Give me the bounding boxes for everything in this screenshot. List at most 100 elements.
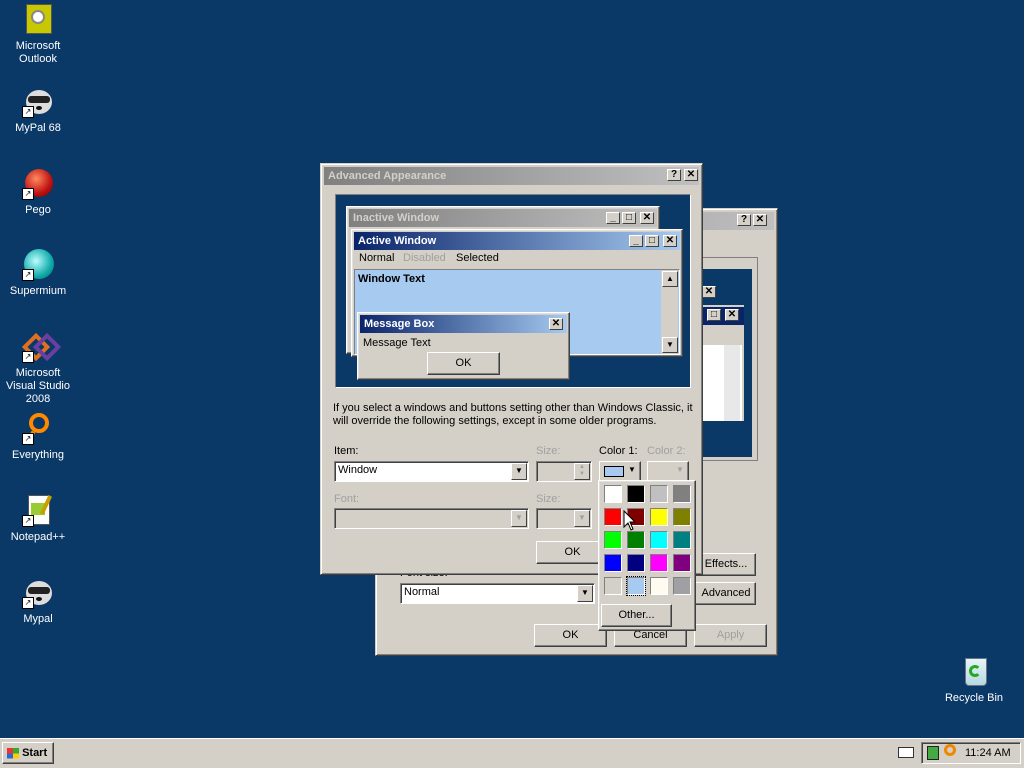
chevron-down-icon[interactable]: ▼ [511,463,527,480]
color-swatch[interactable] [650,554,668,572]
help-button[interactable]: ? [667,169,681,181]
font-label: Font: [334,493,360,505]
search-icon[interactable] [944,744,956,756]
color-swatch[interactable] [650,577,668,595]
minimize-icon: _ [606,212,620,224]
ok-button-label: OK [564,546,581,558]
shortcut-arrow-icon: ↗ [22,351,34,363]
color-swatch[interactable] [673,485,691,503]
raccoon-icon: ↗ [22,577,54,609]
other-color-button[interactable]: Other... [601,604,672,627]
font-size-label: Size: [536,493,561,505]
color-swatch[interactable] [604,554,622,572]
color-swatch[interactable] [604,577,622,595]
start-button[interactable]: Start [2,742,54,764]
shortcut-arrow-icon: ↗ [22,515,34,527]
desktop-icon-everything[interactable]: ↗ Everything [0,413,76,462]
desktop-icon-label: Recycle Bin [944,692,1004,704]
scroll-up-icon: ▲ [662,271,678,287]
item-select[interactable]: Window ▼ [334,461,529,482]
effects-button-label: Effects... [704,558,748,570]
desktop-icon-notepadpp[interactable]: ↗ Notepad++ [0,495,76,544]
desktop-icon-mypal[interactable]: ↗ Mypal [0,577,76,626]
spinner-arrows-icon[interactable]: ▲ ▼ [574,463,590,480]
shortcut-arrow-icon: ↗ [22,433,34,445]
chevron-down-icon[interactable]: ▼ [577,585,593,602]
desktop-icon-recycle-bin[interactable]: Recycle Bin [936,656,1012,705]
shortcut-arrow-icon: ↗ [22,597,34,609]
color-swatch[interactable] [627,531,645,549]
menu-item-selected: Selected [456,252,499,264]
color-swatch[interactable] [650,508,668,526]
color2-label: Color 2: [647,445,686,457]
preview-window-text: Window Text [358,273,425,285]
close-button[interactable]: ✕ [684,169,698,181]
desktop-icon-mypal68[interactable]: ↗ MyPal 68 [0,86,76,135]
font-select[interactable]: ▼ [334,508,529,529]
maximize-icon: □ [645,235,659,247]
desktop-icon-label: Microsoft Outlook [15,40,61,65]
item-size-label: Size: [536,445,561,457]
preview-msgbox-text: Message Text [363,337,431,349]
clock[interactable]: 11:24 AM [965,747,1011,759]
item-size-spinner[interactable]: ▲ ▼ [536,461,592,482]
close-icon: ✕ [549,318,563,330]
desktop-icon-outlook[interactable]: Microsoft Outlook [0,4,76,66]
desktop-icon-label: Notepad++ [10,531,66,543]
color-swatch[interactable] [673,577,691,595]
desktop-icon-label: Everything [12,449,64,461]
color-swatch[interactable] [650,531,668,549]
preview-maximize-icon: □ [707,309,721,321]
ok-button-label: OK [562,629,579,641]
color-swatch[interactable] [673,531,691,549]
color-swatch[interactable] [673,554,691,572]
apply-button-label: Apply [716,629,745,641]
start-label: Start [22,747,48,759]
menu-item-normal: Normal [359,252,395,264]
ok-button[interactable]: OK [534,624,607,647]
color-swatch[interactable] [627,485,645,503]
color-swatch[interactable] [673,508,691,526]
desktop-icon-visual-studio[interactable]: ↗ Microsoft Visual Studio 2008 [0,331,76,406]
info-text: If you select a windows and buttons sett… [333,402,693,427]
color1-label: Color 1: [599,445,638,457]
color-swatch[interactable] [626,576,646,596]
desktop-icon-supermium[interactable]: ↗ Supermium [0,249,76,298]
color-swatch[interactable] [604,508,622,526]
close-icon: ✕ [663,235,677,247]
chevron-down-icon[interactable]: ▼ [574,510,590,527]
desktop-icon-label: MyPal 68 [15,122,61,134]
taskbar [0,738,1024,768]
color2-button[interactable]: ▼ [647,461,689,482]
preview-msgbox-ok-label: OK [455,357,472,369]
preview-msgbox-titlebar: Message Box [360,315,567,333]
color1-button[interactable]: ▼ [599,461,641,482]
preview-close-icon: ✕ [725,309,739,321]
shortcut-arrow-icon: ↗ [22,188,34,200]
close-button[interactable]: ✕ [753,214,767,226]
visual-studio-icon: ↗ [21,331,62,363]
font-size-select[interactable]: Normal ▼ [400,583,595,604]
recycle-bin-icon [958,656,990,688]
color-swatch[interactable] [627,554,645,572]
raccoon-icon: ↗ [22,86,54,118]
chevron-down-icon[interactable]: ▼ [511,510,527,527]
desktop-icon-pego[interactable]: ↗ Pego [0,168,76,217]
color-swatch[interactable] [650,485,668,503]
apply-button[interactable]: Apply [694,624,767,647]
windows-logo-icon [7,747,19,759]
font-size-select[interactable]: ▼ [536,508,592,529]
desktop-icon-label: Mypal [23,613,53,625]
help-button[interactable]: ? [737,214,751,226]
color-swatch[interactable] [604,485,622,503]
color-swatch[interactable] [604,531,622,549]
network-icon[interactable] [927,746,939,760]
desktop-icon-label: Microsoft Visual Studio 2008 [5,367,70,405]
preview-msgbox-ok: OK [427,352,500,375]
maximize-icon: □ [622,212,636,224]
keyboard-icon[interactable] [898,747,914,758]
scroll-down-icon: ▼ [662,337,678,353]
item-label: Item: [334,445,359,457]
pego-icon: ↗ [22,168,54,200]
shortcut-arrow-icon: ↗ [22,106,34,118]
